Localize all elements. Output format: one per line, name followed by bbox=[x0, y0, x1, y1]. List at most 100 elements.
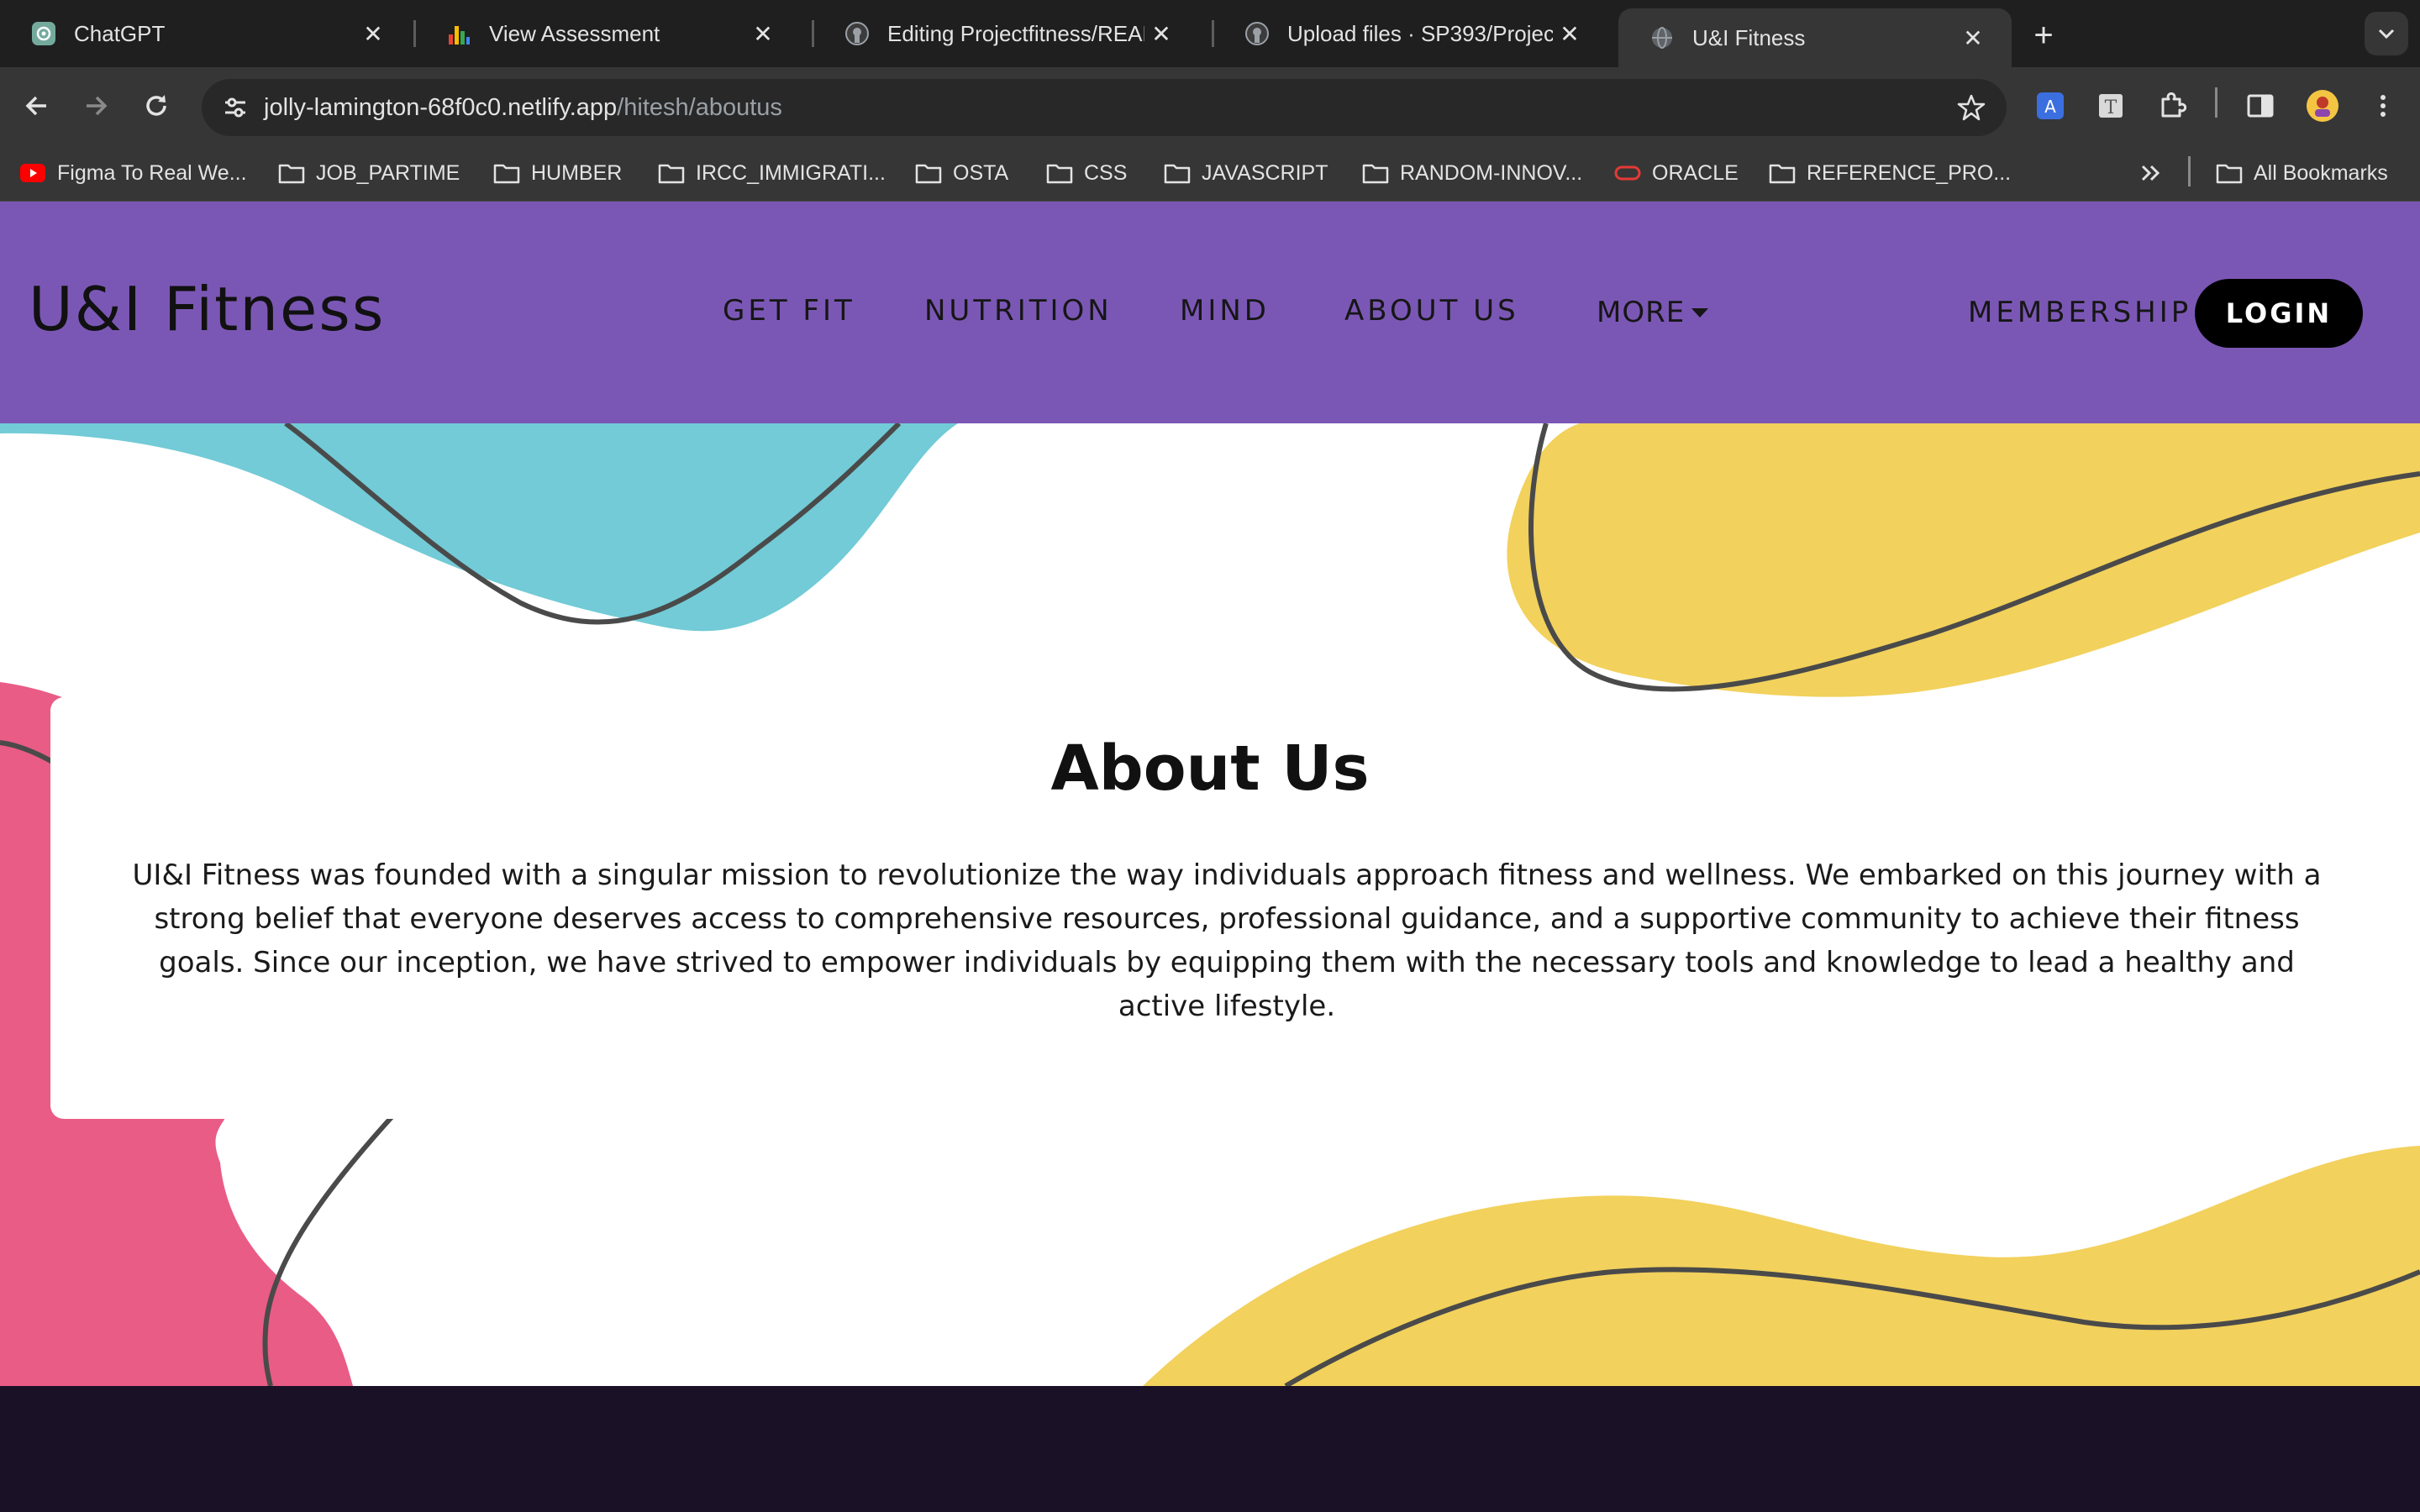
bookmarks-divider bbox=[2188, 156, 2191, 186]
bookmark-label: Figma To Real We... bbox=[57, 160, 247, 185]
bookmark-label: HUMBER bbox=[531, 160, 623, 185]
bookmark-label: CSS bbox=[1084, 160, 1128, 185]
tab-ui-fitness[interactable]: U&I Fitness ✕ bbox=[1618, 8, 2012, 67]
tab-title: Upload files · SP393/Projectfi bbox=[1287, 20, 1553, 46]
folder-icon bbox=[1045, 160, 1074, 186]
nav-nutrition[interactable]: NUTRITION bbox=[924, 294, 1113, 328]
bookmark-folder-random-innovation[interactable]: RANDOM-INNOV... bbox=[1361, 156, 1582, 190]
new-tab-button[interactable]: + bbox=[2025, 17, 2062, 54]
bookmark-oracle[interactable]: ORACLE bbox=[1613, 156, 1739, 190]
profile-avatar[interactable] bbox=[2302, 86, 2343, 126]
folder-icon bbox=[277, 160, 306, 186]
site-settings-icon[interactable] bbox=[215, 87, 255, 128]
nav-membership[interactable]: MEMBERSHIP bbox=[1968, 296, 2191, 329]
forward-button[interactable] bbox=[76, 86, 116, 126]
svg-text:A: A bbox=[2044, 97, 2056, 117]
folder-icon bbox=[914, 160, 943, 186]
bar-chart-icon bbox=[445, 20, 472, 47]
caret-down-icon bbox=[1691, 308, 1709, 318]
close-tab-icon[interactable]: ✕ bbox=[1144, 17, 1178, 50]
about-description: UI&I Fitness was founded with a singular… bbox=[132, 858, 2322, 1023]
site-footer bbox=[0, 1386, 2420, 1512]
nav-more-label: MORE bbox=[1597, 296, 1686, 329]
bookmark-folder-osta[interactable]: OSTA bbox=[914, 156, 1008, 190]
tab-title: View Assessment bbox=[489, 20, 660, 46]
chatgpt-icon bbox=[30, 20, 57, 47]
yellow-blob-top bbox=[1507, 423, 2420, 697]
address-bar[interactable]: jolly-lamington-68f0c0.netlify.app/hites… bbox=[202, 79, 2007, 136]
tab-upload-files[interactable]: Upload files · SP393/Projectfi ✕ bbox=[1213, 7, 1608, 60]
bookmark-star-icon[interactable] bbox=[1953, 89, 1990, 126]
chevron-down-icon bbox=[2378, 29, 2395, 39]
back-button[interactable] bbox=[17, 86, 57, 126]
reload-button[interactable] bbox=[136, 86, 176, 126]
nav-get-fit[interactable]: GET FIT bbox=[723, 294, 855, 328]
bookmark-folder-humber[interactable]: HUMBER bbox=[492, 156, 622, 190]
nav-about-us[interactable]: ABOUT US bbox=[1344, 294, 1519, 328]
bookmark-figma-to-real-web[interactable]: Figma To Real We... bbox=[18, 156, 247, 190]
bookmarks-bar: Figma To Real We... JOB_PARTIME HUMBER I… bbox=[0, 144, 2420, 202]
toolbar-divider bbox=[2215, 87, 2217, 118]
bookmark-label: JOB_PARTIME bbox=[316, 160, 460, 185]
folder-icon bbox=[1768, 160, 1797, 186]
close-tab-icon[interactable]: ✕ bbox=[356, 17, 390, 50]
github-icon bbox=[1244, 20, 1270, 47]
text-extension-icon[interactable]: T bbox=[2091, 86, 2131, 126]
url-text[interactable]: jolly-lamington-68f0c0.netlify.app/hites… bbox=[264, 94, 782, 122]
reload-icon bbox=[146, 95, 166, 116]
side-panel-icon[interactable] bbox=[2240, 86, 2281, 126]
site-logo[interactable]: U&I Fitness bbox=[29, 274, 385, 344]
url-host: jolly-lamington-68f0c0.netlify.app bbox=[264, 94, 618, 121]
bookmark-label: IRCC_IMMIGRATI... bbox=[696, 160, 886, 185]
folder-icon bbox=[657, 160, 686, 186]
bookmark-label: OSTA bbox=[953, 160, 1009, 185]
bookmark-folder-css[interactable]: CSS bbox=[1045, 156, 1127, 190]
about-title: About Us bbox=[1050, 732, 1370, 805]
bookmark-label: REFERENCE_PRO... bbox=[1807, 160, 2012, 185]
bookmark-label: JAVASCRIPT bbox=[1202, 160, 1328, 185]
tab-title: Editing Projectfitness/READM bbox=[887, 20, 1144, 46]
close-tab-icon[interactable]: ✕ bbox=[1553, 17, 1586, 50]
about-section: About Us UI&I Fitness was founded with a… bbox=[0, 423, 2420, 1386]
globe-icon bbox=[1649, 24, 1676, 51]
bookmark-label: ORACLE bbox=[1652, 160, 1739, 185]
bookmark-folder-reference-projects[interactable]: REFERENCE_PRO... bbox=[1768, 156, 2011, 190]
arrow-right-icon bbox=[87, 96, 108, 116]
bookmark-folder-javascript[interactable]: JAVASCRIPT bbox=[1163, 156, 1328, 190]
svg-text:T: T bbox=[2105, 97, 2118, 118]
arrow-left-icon bbox=[25, 96, 46, 116]
folder-icon bbox=[1163, 160, 1192, 186]
folder-icon bbox=[2215, 160, 2244, 186]
bookmark-label: RANDOM-INNOV... bbox=[1400, 160, 1583, 185]
login-button[interactable]: LOGIN bbox=[2195, 279, 2363, 348]
nav-more-dropdown[interactable]: MORE bbox=[1597, 296, 1710, 329]
youtube-icon bbox=[18, 160, 47, 186]
nav-mind[interactable]: MIND bbox=[1180, 294, 1270, 328]
more-bookmarks-button[interactable] bbox=[2139, 156, 2163, 190]
site-navbar: U&I Fitness GET FIT NUTRITION MIND ABOUT… bbox=[0, 202, 2420, 423]
puzzle-extensions-icon[interactable] bbox=[2151, 86, 2191, 126]
github-icon bbox=[844, 20, 871, 47]
browser-toolbar: jolly-lamington-68f0c0.netlify.app/hites… bbox=[0, 67, 2420, 144]
browser-menu-icon[interactable] bbox=[2363, 86, 2403, 126]
about-card: About Us UI&I Fitness was founded with a… bbox=[50, 697, 2420, 1119]
all-bookmarks-label: All Bookmarks bbox=[2254, 160, 2388, 185]
close-tab-icon[interactable]: ✕ bbox=[1956, 21, 1990, 55]
bookmark-folder-ircc-immigration[interactable]: IRCC_IMMIGRATI... bbox=[657, 156, 886, 190]
tab-title: ChatGPT bbox=[74, 20, 166, 46]
tab-chatgpt[interactable]: ChatGPT ✕ bbox=[0, 7, 412, 60]
oracle-icon bbox=[1613, 160, 1642, 186]
tab-view-assessment[interactable]: View Assessment ✕ bbox=[415, 7, 802, 60]
all-bookmarks-button[interactable]: All Bookmarks bbox=[2215, 156, 2388, 190]
double-chevron-right-icon bbox=[2141, 165, 2160, 181]
folder-icon bbox=[492, 160, 521, 186]
url-path: /hitesh/aboutus bbox=[617, 94, 782, 121]
close-tab-icon[interactable]: ✕ bbox=[746, 17, 780, 50]
teal-blob bbox=[0, 423, 958, 632]
bookmark-folder-job-partime[interactable]: JOB_PARTIME bbox=[277, 156, 460, 190]
tab-editing-readme[interactable]: Editing Projectfitness/READM ✕ bbox=[813, 7, 1200, 60]
translate-extension-icon[interactable]: A bbox=[2030, 86, 2070, 126]
tab-search-button[interactable] bbox=[2365, 12, 2408, 55]
tab-title: U&I Fitness bbox=[1692, 24, 1806, 50]
folder-icon bbox=[1361, 160, 1390, 186]
